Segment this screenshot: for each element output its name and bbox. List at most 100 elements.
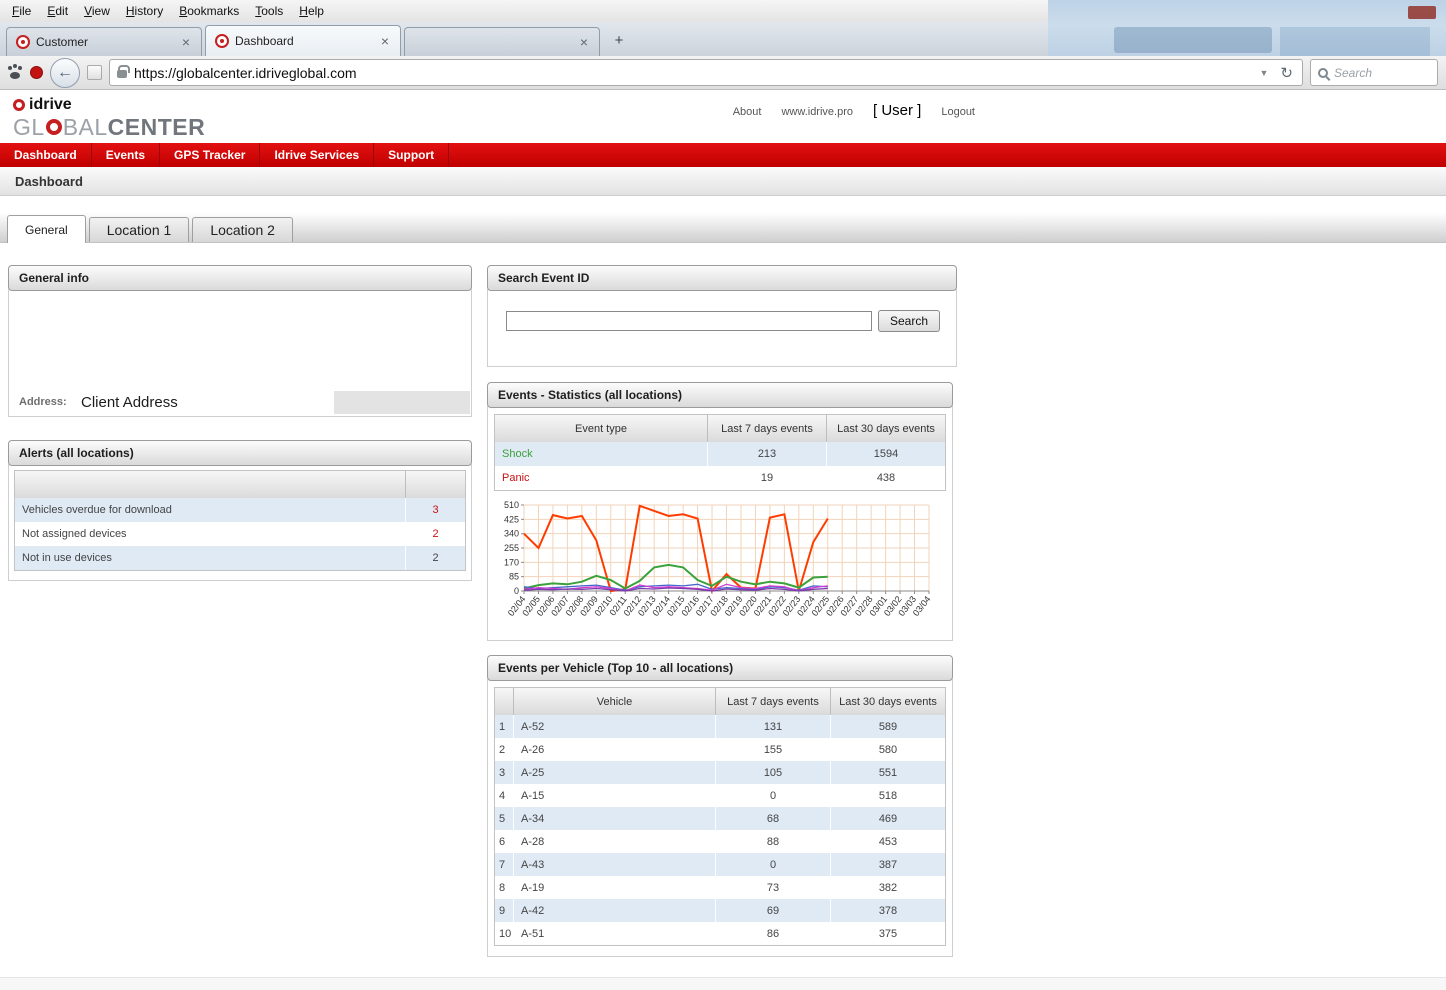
vehicle-header-cell: Vehicle [513,688,715,715]
menu-bookmarks[interactable]: Bookmarks [171,1,247,21]
vehicle-name-cell: A-28 [513,830,715,853]
tab-close-icon[interactable]: × [379,34,391,48]
user-label[interactable]: [ User ] [873,102,921,119]
vehicle-rank-cell: 4 [495,784,513,807]
tab-location-2[interactable]: Location 2 [192,217,293,242]
event-type-cell: Shock [495,442,707,466]
nav-idrive-services[interactable]: Idrive Services [260,143,374,167]
last7-cell: 213 [707,442,826,466]
url-dropdown-icon[interactable]: ▼ [1257,68,1272,78]
url-bar[interactable]: https://globalcenter.idriveglobal.com ▼ … [109,59,1303,86]
browser-tab-dashboard[interactable]: Dashboard× [205,25,401,56]
logout-link[interactable]: Logout [941,106,975,118]
events-per-vehicle-body: VehicleLast 7 days eventsLast 30 days ev… [487,679,953,957]
nav-gps-tracker[interactable]: GPS Tracker [160,143,260,167]
tab-label: Customer [36,35,174,49]
menu-file[interactable]: File [4,1,39,21]
alerts-header-cell [405,471,465,498]
events-per-vehicle-header: Events per Vehicle (Top 10 - all locatio… [487,655,953,681]
vehicle-name-cell: A-51 [513,922,715,945]
breadcrumb-label: Dashboard [15,174,83,189]
record-icon[interactable] [30,66,43,79]
alert-value: 3 [405,498,465,522]
menu-edit[interactable]: Edit [39,1,76,21]
tab-location-1[interactable]: Location 1 [89,217,190,242]
stats-table-header-row: Event typeLast 7 days eventsLast 30 days… [495,415,945,442]
menu-tools[interactable]: Tools [247,1,291,21]
logo-center: CENTER [108,115,206,139]
tab-close-icon[interactable]: × [180,35,192,49]
vehicle-rank-cell: 7 [495,853,513,876]
vehicle-last7-cell: 0 [715,784,830,807]
tab-close-icon[interactable]: × [578,35,590,49]
panel-title: Search Event ID [498,271,589,285]
menu-history[interactable]: History [118,1,171,21]
alert-row: Vehicles overdue for download3 [15,498,465,522]
vehicle-name-cell: A-26 [513,738,715,761]
browser-tab[interactable]: × [404,27,600,56]
menu-view[interactable]: View [76,1,118,21]
vehicle-last30-cell: 453 [830,830,945,853]
vehicle-name-cell: A-52 [513,715,715,738]
logo-globalcenter: GL BAL CENTER [13,115,205,139]
navigation-toolbar: ← https://globalcenter.idriveglobal.com … [0,56,1446,90]
new-tab-button[interactable]: + [605,28,633,52]
browser-tab-customer[interactable]: Customer × [6,27,202,56]
vehicle-row: 3A-25105551 [495,761,945,784]
vehicle-last7-cell: 68 [715,807,830,830]
logo-gl: GL [13,115,45,139]
alerts-table: Vehicles overdue for download3Not assign… [14,470,466,571]
event-search-button[interactable]: Search [878,310,940,332]
events-per-vehicle-panel: Events per Vehicle (Top 10 - all locatio… [487,655,953,957]
alerts-header: Alerts (all locations) [8,440,472,466]
back-button[interactable]: ← [50,58,80,88]
search-icon [1318,68,1328,78]
vehicle-last7-cell: 0 [715,853,830,876]
vehicle-name-cell: A-34 [513,807,715,830]
lock-icon [117,70,127,78]
addon-paw-icon[interactable] [8,66,23,79]
about-link[interactable]: About [733,106,762,118]
url-text[interactable]: https://globalcenter.idriveglobal.com [134,65,1250,81]
nav-events[interactable]: Events [92,143,160,167]
alert-value: 2 [405,546,465,570]
address-label: Address: [19,396,81,408]
vehicle-header-cell: Last 30 days events [830,688,945,715]
page-icon[interactable] [87,65,102,80]
page-bottom-strip [0,977,1446,990]
general-info-panel: General info Address: Client Address [8,265,472,417]
address-row: Address: Client Address [9,389,470,415]
menu-help[interactable]: Help [291,1,332,21]
site-link[interactable]: www.idrive.pro [781,106,853,118]
search-event-body: Search [487,289,957,367]
alert-row: Not in use devices2 [15,546,465,570]
vehicle-name-cell: A-25 [513,761,715,784]
vehicle-last30-cell: 375 [830,922,945,945]
reload-icon[interactable]: ↻ [1278,64,1295,82]
panel-title: Events per Vehicle (Top 10 - all locatio… [498,661,733,675]
vehicle-row: 10A-5186375 [495,922,945,945]
svg-text:255: 255 [504,543,519,553]
events-stats-body: Event typeLast 7 days eventsLast 30 days… [487,406,953,641]
header-links: About www.idrive.pro [ User ] Logout [733,102,975,119]
svg-text:0: 0 [514,586,519,596]
vehicle-row: 4A-150518 [495,784,945,807]
browser-search-box[interactable]: Search [1310,59,1438,86]
logo-word-row: idrive [13,96,205,114]
vehicle-row: 2A-26155580 [495,738,945,761]
logo-bal: BAL [63,115,108,139]
tab-general[interactable]: General [7,215,86,243]
panel-title: Events - Statistics (all locations) [498,388,682,402]
alert-value: 2 [405,522,465,546]
idrive-logo: idrive GL BAL CENTER [13,96,205,139]
last30-cell: 1594 [826,442,945,466]
stats-header-cell: Last 30 days events [826,415,945,442]
logo-word: idrive [29,96,72,114]
nav-support[interactable]: Support [374,143,449,167]
vehicle-row: 5A-3468469 [495,807,945,830]
event-id-input[interactable] [506,311,872,331]
vehicle-row: 1A-52131589 [495,715,945,738]
nav-dashboard[interactable]: Dashboard [0,143,92,167]
search-event-panel: Search Event ID Search [487,265,957,367]
vehicle-last7-cell: 86 [715,922,830,945]
